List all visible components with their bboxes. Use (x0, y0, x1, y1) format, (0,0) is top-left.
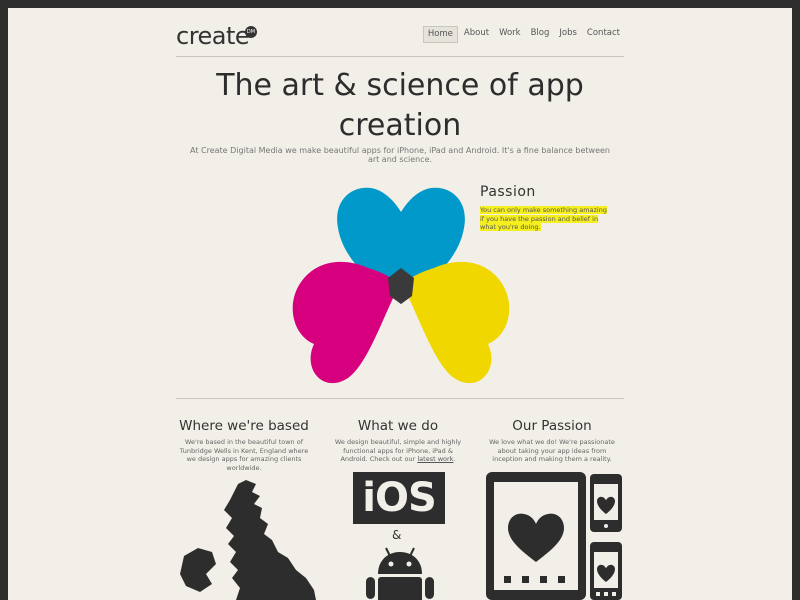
text-line: functional apps for iPhone, iPad & (343, 446, 453, 455)
devices-heart-icon (486, 472, 622, 600)
passion-text-line2: if you have the passion and belief in (480, 214, 599, 223)
column-our-passion: Our Passion We love what we do! We're pa… (480, 418, 624, 464)
ampersand: & (392, 528, 402, 542)
page: create DM Home About Work Blog Jobs Cont… (8, 8, 792, 600)
main-nav: Home About Work Blog Jobs Contact (422, 26, 624, 43)
column-title: Our Passion (512, 418, 592, 434)
nav-jobs[interactable]: Jobs (555, 26, 581, 43)
nav-about[interactable]: About (460, 26, 493, 43)
passion-text-line3: what you're doing. (480, 223, 541, 232)
text-line: We design beautiful, simple and highly (334, 438, 462, 446)
logo-badge: DM (245, 26, 257, 38)
hero-title-line1: The art & science of app (216, 68, 584, 103)
logo[interactable]: create (176, 22, 250, 50)
column-title: What we do (357, 418, 439, 434)
column-text: We're based in the beautiful town of Tun… (172, 438, 316, 473)
nav-contact[interactable]: Contact (583, 26, 624, 43)
android-robot-icon (366, 547, 434, 600)
text-line: worldwide. (226, 464, 262, 473)
passion-text: You can only make something amazing if y… (480, 206, 612, 232)
text-line: We love what we do! We're passionate (489, 438, 615, 446)
text-line: We're based in the beautiful town of (185, 438, 303, 446)
nav-blog[interactable]: Blog (527, 26, 554, 43)
yellow-heart-shape (402, 261, 510, 384)
column-text: We love what we do! We're passionate abo… (480, 438, 624, 464)
text-line: about taking your app ideas from (497, 446, 607, 455)
column-what-we-do: What we do We design beautiful, simple a… (326, 418, 470, 464)
header-divider (176, 56, 624, 57)
latest-work-link[interactable]: latest work (417, 455, 453, 463)
passion-text-line1: You can only make something amazing (480, 206, 607, 214)
magenta-heart-shape (292, 261, 400, 384)
hero-subtitle-line2: art and science. (367, 155, 433, 164)
passion-title: Passion (480, 184, 536, 200)
text-line: we design apps for amazing clients (186, 455, 302, 464)
uk-map-icon (180, 480, 316, 600)
hero-title-line2: creation (338, 108, 462, 143)
text-line: Android. Check out our (340, 455, 418, 464)
column-text: We design beautiful, simple and highly f… (326, 438, 470, 464)
section-divider (176, 398, 624, 399)
nav-work[interactable]: Work (495, 26, 525, 43)
hero-subtitle: At Create Digital Media we make beautifu… (176, 146, 624, 164)
text-line: . (453, 455, 456, 464)
hero-subtitle-line1: At Create Digital Media we make beautifu… (190, 146, 610, 155)
nav-home[interactable]: Home (422, 26, 458, 43)
column-where-based: Where we're based We're based in the bea… (172, 418, 316, 473)
column-title: Where we're based (179, 418, 309, 434)
text-line: Tunbridge Wells in Kent, England where (179, 446, 309, 455)
hero-title: The art & science of app creation (176, 66, 624, 146)
ios-logo: iOS (353, 472, 445, 524)
text-line: inception and making them a reality. (492, 455, 612, 464)
